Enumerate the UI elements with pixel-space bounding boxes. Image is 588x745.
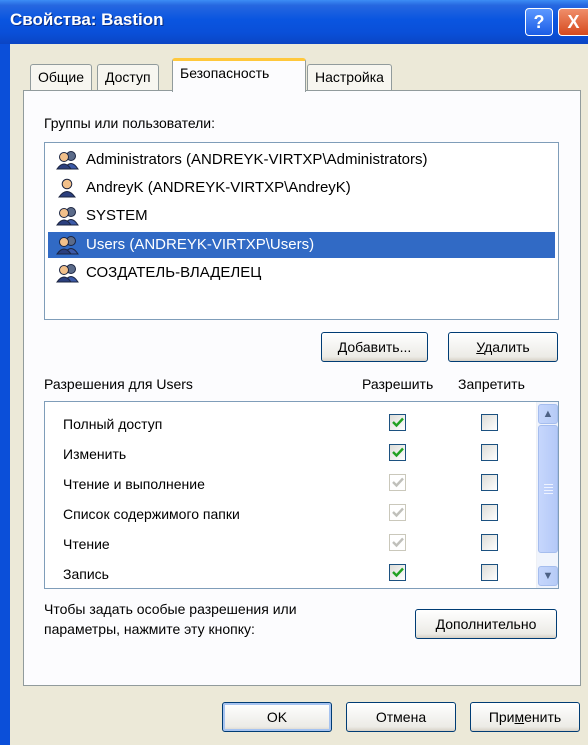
apply-label: При xyxy=(488,709,515,725)
cancel-label: Отмена xyxy=(375,709,427,725)
list-item[interactable]: Users (ANDREYK-VIRTXP\Users) xyxy=(48,232,555,258)
window-title: Свойства: Bastion xyxy=(10,10,164,29)
allow-checkbox[interactable] xyxy=(389,444,406,461)
permissions-list: Полный доступ Изменить Чтение и выполнение… xyxy=(44,401,559,589)
deny-column-header: Запретить xyxy=(458,376,525,392)
apply-hotkey: м xyxy=(514,709,525,725)
deny-checkbox[interactable] xyxy=(481,504,498,521)
grip-line xyxy=(544,490,553,491)
users-listbox[interactable]: Administrators (ANDREYK-VIRTXP\Administr… xyxy=(44,142,559,320)
help-icon: ? xyxy=(533,12,545,32)
permission-row: Чтение xyxy=(45,530,535,560)
list-item[interactable]: СОЗДАТЕЛЬ-ВЛАДЕЛЕЦ xyxy=(48,260,555,286)
tab-customize[interactable]: Настройка xyxy=(307,64,392,91)
remove-label: далить xyxy=(484,339,530,355)
tab-label: Доступ xyxy=(105,69,151,85)
remove-hotkey: У xyxy=(476,339,485,355)
user-name: SYSTEM xyxy=(86,207,148,224)
tab-general[interactable]: Общие xyxy=(30,64,93,91)
deny-checkbox[interactable] xyxy=(481,474,498,491)
user-name: AndreyK (ANDREYK-VIRTXP\AndreyK) xyxy=(86,179,351,196)
list-item[interactable]: SYSTEM xyxy=(48,203,555,229)
permission-name: Список содержимого папки xyxy=(63,506,240,522)
user-name: Administrators (ANDREYK-VIRTXP\Administr… xyxy=(86,151,428,168)
permission-row: Список содержимого папки xyxy=(45,500,535,530)
group-icon xyxy=(56,236,79,255)
tab-sharing[interactable]: Доступ xyxy=(97,64,159,91)
chevron-up-icon: ▲ xyxy=(542,408,554,420)
user-icon xyxy=(58,178,76,198)
grip-line xyxy=(544,484,553,485)
allow-checkbox[interactable] xyxy=(389,564,406,581)
advanced-hotkey: Д xyxy=(435,616,446,632)
allow-checkbox[interactable] xyxy=(389,504,406,521)
tab-label: Общие xyxy=(38,69,85,85)
chevron-down-icon: ▼ xyxy=(542,570,554,582)
add-label: обавить... xyxy=(347,339,412,355)
permission-row: Полный доступ xyxy=(45,410,535,440)
title-bar[interactable]: Свойства: Bastion ? X xyxy=(0,0,588,44)
grip-line xyxy=(544,487,553,488)
permission-name: Полный доступ xyxy=(63,416,163,432)
group-icon xyxy=(56,151,79,170)
window-left-border xyxy=(0,44,10,745)
allow-column-header: Разрешить xyxy=(362,376,434,392)
advanced-button[interactable]: Дополнительно xyxy=(415,609,557,639)
cancel-button[interactable]: Отмена xyxy=(346,702,456,732)
advanced-hint-line1: Чтобы задать особые разрешения или xyxy=(44,601,297,617)
remove-button[interactable]: Удалить xyxy=(448,332,558,362)
group-icon xyxy=(56,207,79,226)
deny-checkbox[interactable] xyxy=(481,534,498,551)
tab-label: Безопасность xyxy=(180,65,270,81)
add-button[interactable]: Добавить... xyxy=(321,332,428,362)
user-name: СОЗДАТЕЛЬ-ВЛАДЕЛЕЦ xyxy=(86,264,262,281)
tab-security[interactable]: Безопасность xyxy=(172,58,306,92)
properties-window: Свойства: Bastion ? X Общие Доступ Безоп… xyxy=(0,0,588,745)
permission-name: Изменить xyxy=(63,446,127,462)
deny-checkbox[interactable] xyxy=(481,444,498,461)
permission-row: Запись xyxy=(45,560,535,588)
groups-label: Группы или пользователи: xyxy=(44,115,216,131)
list-item[interactable]: AndreyK (ANDREYK-VIRTXP\AndreyK) xyxy=(48,175,555,201)
allow-checkbox[interactable] xyxy=(389,414,406,431)
permission-name: Чтение xyxy=(63,536,110,552)
permission-row: Изменить xyxy=(45,440,535,470)
grip-line xyxy=(544,493,553,494)
user-name: Users (ANDREYK-VIRTXP\Users) xyxy=(86,236,315,253)
deny-checkbox[interactable] xyxy=(481,414,498,431)
allow-checkbox[interactable] xyxy=(389,474,406,491)
permission-row: Чтение и выполнение xyxy=(45,470,535,500)
tab-label: Настройка xyxy=(315,69,384,85)
ok-button[interactable]: OK xyxy=(222,702,332,732)
permissions-label: Разрешения для Users xyxy=(44,376,193,392)
add-hotkey: Д xyxy=(337,339,348,355)
list-item[interactable]: Administrators (ANDREYK-VIRTXP\Administr… xyxy=(48,147,555,173)
permission-name: Чтение и выполнение xyxy=(63,476,205,492)
group-icon xyxy=(56,264,79,283)
permissions-scrollbar[interactable]: ▲ ▼ xyxy=(536,402,558,588)
close-icon: X xyxy=(567,12,580,32)
ok-label: OK xyxy=(266,709,288,725)
advanced-label: ополнительно xyxy=(445,616,537,632)
help-button[interactable]: ? xyxy=(525,8,553,36)
deny-checkbox[interactable] xyxy=(481,564,498,581)
security-tab-page: Группы или пользователи: Administrators … xyxy=(23,90,581,686)
allow-checkbox[interactable] xyxy=(389,534,406,551)
apply-button[interactable]: Применить xyxy=(470,702,580,732)
apply-label-rest: енить xyxy=(524,709,562,725)
scroll-thumb[interactable] xyxy=(538,425,558,553)
scroll-up-button[interactable]: ▲ xyxy=(538,404,558,424)
advanced-hint-line2: параметры, нажмите эту кнопку: xyxy=(44,621,255,637)
close-button[interactable]: X xyxy=(558,8,588,36)
permission-name: Запись xyxy=(63,566,109,582)
scroll-down-button[interactable]: ▼ xyxy=(538,566,558,586)
